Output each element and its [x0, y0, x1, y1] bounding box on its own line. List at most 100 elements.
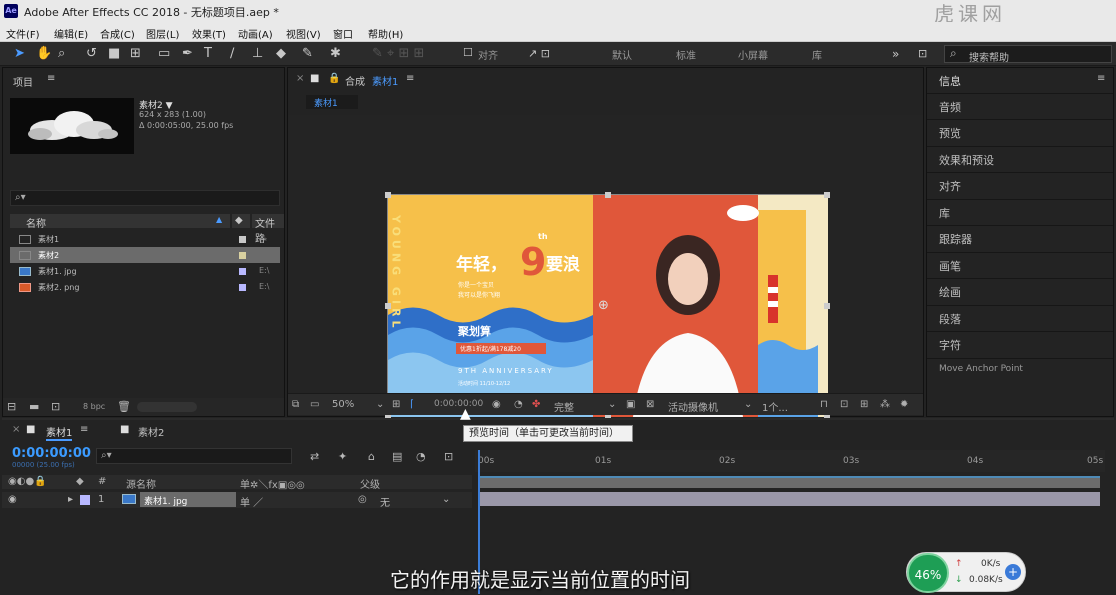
menu-window[interactable]: 窗口: [333, 26, 353, 41]
workspace-default[interactable]: 默认: [612, 47, 632, 62]
panel-effects-presets[interactable]: 效果和预设: [939, 152, 994, 168]
layer-handle-r[interactable]: [824, 303, 830, 309]
network-monitor-widget[interactable]: 46% ↑ 0K/s ↓ 0.08K/s +: [906, 552, 1026, 593]
bpc-button[interactable]: 8 bpc: [83, 402, 105, 411]
lock-icon[interactable]: 🔒: [328, 73, 340, 84]
panel-menu-icon[interactable]: ≡: [47, 73, 55, 84]
pan-behind-tool-icon[interactable]: ⊞: [130, 46, 141, 62]
timeline-tab-other[interactable]: 素材2: [138, 424, 164, 439]
close-tab-icon[interactable]: ×: [296, 73, 304, 84]
layer-search-input[interactable]: ⌕▾: [96, 448, 292, 464]
time-ruler[interactable]: 00s 01s 02s 03s 04s 05s: [475, 450, 1105, 472]
grid-icon[interactable]: ⊞: [392, 399, 400, 410]
work-area-bar[interactable]: [478, 476, 1100, 488]
parent-dropdown[interactable]: 无: [380, 494, 390, 509]
rectangle-tool-icon[interactable]: ▭: [158, 46, 170, 62]
project-item-row[interactable]: 素材1 ⁂: [10, 231, 280, 247]
panel-library[interactable]: 库: [939, 205, 950, 221]
eraser-tool-icon[interactable]: ◆: [276, 46, 286, 62]
view-options-icon[interactable]: ⊓: [820, 399, 828, 410]
label-swatch[interactable]: [239, 252, 246, 259]
region-of-interest-icon[interactable]: ▣: [626, 399, 635, 410]
transparency-grid-icon[interactable]: ⊠: [646, 399, 654, 410]
motion-blur-icon[interactable]: ◔: [416, 450, 426, 463]
camera-tool-icon[interactable]: ■: [108, 46, 120, 62]
label-swatch[interactable]: [239, 268, 246, 275]
add-icon[interactable]: +: [1005, 564, 1021, 580]
pickwhip-icon[interactable]: ◎: [358, 494, 367, 505]
toggle-pixel-aspect-icon[interactable]: ⊡: [840, 399, 848, 410]
panel-menu-icon[interactable]: ≡: [406, 73, 414, 84]
eye-icon[interactable]: ◉: [8, 494, 17, 505]
panel-audio[interactable]: 音频: [939, 99, 961, 115]
delete-icon[interactable]: 🗑: [117, 400, 131, 413]
shy-layers-icon[interactable]: ⌂: [368, 450, 375, 463]
layer-row[interactable]: ◉ ▸ 1 素材1. jpg 单 ／ ◎ 无 ⌄: [2, 492, 472, 509]
comp-tab-name[interactable]: 素材1: [372, 73, 398, 88]
panel-tracker[interactable]: 跟踪器: [939, 231, 972, 247]
project-panel-title[interactable]: 项目: [13, 74, 33, 89]
sync-settings-icon[interactable]: ⊡: [918, 46, 927, 62]
panel-move-anchor-point[interactable]: Move Anchor Point: [939, 364, 1023, 374]
layer-handle-tl[interactable]: [385, 192, 391, 198]
roto-brush-tool-icon[interactable]: ✎: [302, 46, 313, 62]
composition-mini-flowchart-icon[interactable]: ⇄: [310, 450, 319, 463]
project-search-input[interactable]: ⌕▾: [10, 190, 280, 206]
interpret-footage-icon[interactable]: ⊟: [7, 400, 16, 413]
hand-tool-icon[interactable]: ✋: [36, 46, 52, 62]
menu-effect[interactable]: 效果(T): [192, 26, 226, 41]
flowchart-icon[interactable]: ⁂: [880, 399, 890, 410]
panel-paint[interactable]: 绘画: [939, 284, 961, 300]
parent-header[interactable]: 父级: [360, 476, 380, 491]
menu-animation[interactable]: 动画(A): [238, 26, 273, 41]
frame-blending-icon[interactable]: ▤: [392, 450, 402, 463]
panel-menu-icon[interactable]: ≡: [1097, 73, 1105, 84]
panel-brushes[interactable]: 画笔: [939, 258, 961, 274]
exposure-icon[interactable]: ✹: [900, 399, 908, 410]
expand-arrow-icon[interactable]: ▸: [68, 494, 73, 505]
anchor-point-icon[interactable]: ⊕: [598, 298, 609, 313]
views-dropdown[interactable]: 1个...: [762, 399, 788, 414]
new-folder-icon[interactable]: ▬: [29, 400, 39, 413]
menu-file[interactable]: 文件(F): [6, 26, 40, 41]
draft-3d-icon[interactable]: ✦: [338, 450, 347, 463]
layer-handle-l[interactable]: [385, 303, 391, 309]
pen-tool-icon[interactable]: ✒: [182, 46, 193, 62]
composition-frame[interactable]: YOUNG GIRL 年轻， 9 th 要浪 你是一个宝贝 我可以是你飞翔 聚划…: [385, 192, 830, 419]
mask-visibility-icon[interactable]: ⌈: [410, 399, 414, 410]
menu-layer[interactable]: 图层(L): [146, 26, 179, 41]
comp-tab-label[interactable]: 合成: [345, 73, 365, 88]
help-search-input[interactable]: ⌕ 搜索帮助: [944, 45, 1112, 64]
project-item-row[interactable]: 素材1. jpg E:\: [10, 263, 280, 279]
resolution-dropdown[interactable]: 完整: [554, 399, 574, 414]
new-composition-icon[interactable]: ⊡: [51, 400, 60, 413]
graph-editor-icon[interactable]: ⊡: [444, 450, 453, 463]
rotate-tool-icon[interactable]: ↺: [86, 46, 97, 62]
type-tool-icon[interactable]: T: [204, 46, 212, 62]
label-swatch[interactable]: [80, 495, 90, 505]
panel-info[interactable]: 信息: [939, 73, 961, 89]
thumbnail-slider[interactable]: [137, 402, 197, 412]
preview-time-button[interactable]: 0:00:00:00: [434, 399, 483, 409]
layer-switch-icon[interactable]: 单 ／: [240, 494, 263, 509]
panel-paragraph[interactable]: 段落: [939, 311, 961, 327]
brush-tool-icon[interactable]: ∕: [230, 46, 234, 62]
panel-character[interactable]: 字符: [939, 337, 961, 353]
workspace-library[interactable]: 库: [812, 47, 822, 62]
selection-tool-icon[interactable]: ➤: [14, 46, 25, 62]
color-channels-icon[interactable]: ✤: [532, 399, 540, 410]
project-item-row[interactable]: 素材2. png E:\: [10, 279, 280, 295]
monitor-icon[interactable]: ▭: [310, 399, 319, 410]
panel-preview[interactable]: 预览: [939, 125, 961, 141]
layer-handle-t[interactable]: [605, 192, 611, 198]
current-timecode[interactable]: 0:00:00:00: [12, 446, 91, 461]
project-item-row-selected[interactable]: 素材2: [10, 247, 280, 263]
layer-duration-bar[interactable]: [478, 492, 1100, 506]
panel-align[interactable]: 对齐: [939, 178, 961, 194]
comp-navigator-tab[interactable]: 素材1: [306, 95, 358, 109]
zoom-tool-icon[interactable]: ⌕: [58, 46, 65, 62]
close-tab-icon[interactable]: ×: [12, 424, 20, 435]
show-snapshot-icon[interactable]: ◔: [514, 399, 523, 410]
camera-dropdown[interactable]: 活动摄像机: [668, 399, 718, 414]
snapshot-icon[interactable]: ◉: [492, 399, 501, 410]
